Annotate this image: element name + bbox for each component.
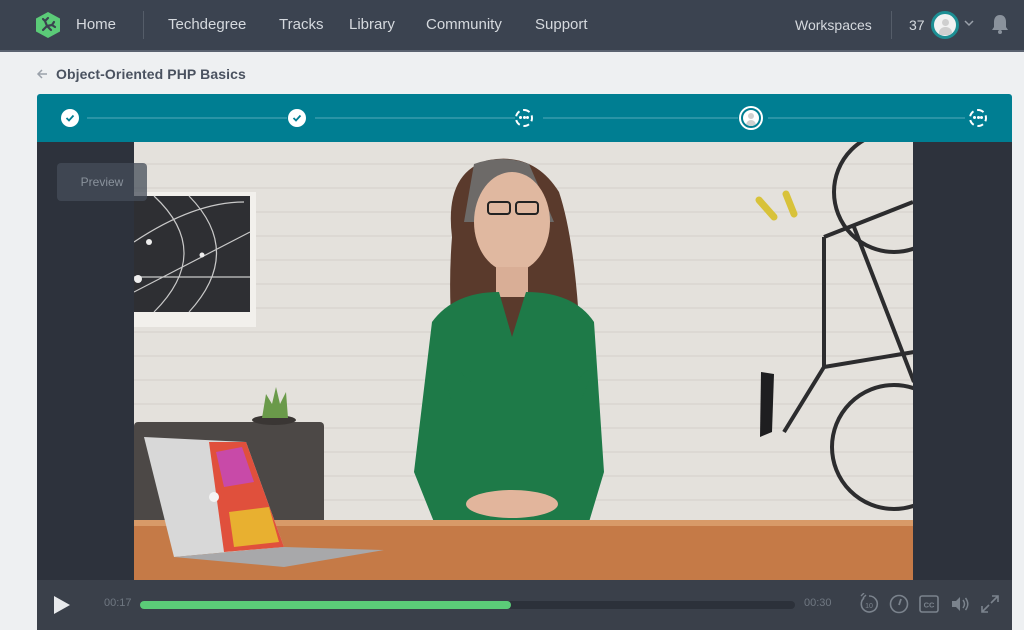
duration: 00:30 [804,597,832,609]
top-nav: Home Techdegree Tracks Library Community… [0,0,1024,52]
check-icon [65,114,75,122]
stage-3-quiz[interactable] [515,109,533,127]
volume-icon[interactable] [949,593,971,615]
video-frame[interactable] [134,142,913,580]
svg-text:10: 10 [865,603,873,610]
stage-connector [543,117,738,119]
stage-4-current-video[interactable] [739,106,763,130]
treehouse-logo-icon[interactable] [34,11,62,39]
svg-text:CC: CC [924,601,935,610]
nav-library[interactable]: Library [349,0,395,50]
current-time: 00:17 [104,597,132,609]
playback-speed-icon[interactable] [888,593,910,615]
nav-support[interactable]: Support [535,0,588,50]
bike-saddle [760,372,774,437]
play-icon[interactable] [52,595,72,615]
nav-community[interactable]: Community [426,0,502,50]
nav-divider-right [891,11,892,39]
player-controls: 00:17 00:30 10 CC [37,580,1012,630]
avatar-head [942,19,949,26]
nav-techdegree[interactable]: Techdegree [168,0,246,50]
stage-connector [768,117,965,119]
fullscreen-icon[interactable] [979,593,1001,615]
bell-icon[interactable] [989,13,1011,35]
video-scene-illustration [134,142,913,580]
stage-5-quiz[interactable] [969,109,987,127]
nav-home[interactable]: Home [76,0,116,50]
rewind-10-icon[interactable]: 10 [858,593,880,615]
nav-tracks[interactable]: Tracks [279,0,323,50]
course-title[interactable]: Object-Oriented PHP Basics [56,66,246,82]
stage-connector [87,117,287,119]
stage-progress-bar [37,94,1012,142]
closed-captions-icon[interactable]: CC [918,593,940,615]
user-avatar[interactable] [931,11,959,39]
breadcrumb[interactable]: Object-Oriented PHP Basics [36,64,246,84]
quiz-dots-icon [519,116,529,120]
star-chart-poster [134,192,256,327]
nav-divider [143,11,144,39]
seek-bar[interactable] [140,601,795,609]
check-icon [292,114,302,122]
arrow-left-icon[interactable] [36,68,48,80]
stage-connector [315,117,515,119]
video-person-icon [743,110,759,126]
chevron-down-icon[interactable] [963,17,975,29]
video-player: Preview 00:17 00:30 10 CC [37,142,1012,630]
quiz-dots-icon [973,116,983,120]
nav-workspaces[interactable]: Workspaces [795,0,872,50]
preview-button[interactable]: Preview [57,163,147,201]
avatar-body [939,27,952,35]
stage-1-completed[interactable] [61,109,79,127]
seek-bar-progress [140,601,512,609]
points-count: 37 [909,17,925,33]
stage-2-completed[interactable] [288,109,306,127]
